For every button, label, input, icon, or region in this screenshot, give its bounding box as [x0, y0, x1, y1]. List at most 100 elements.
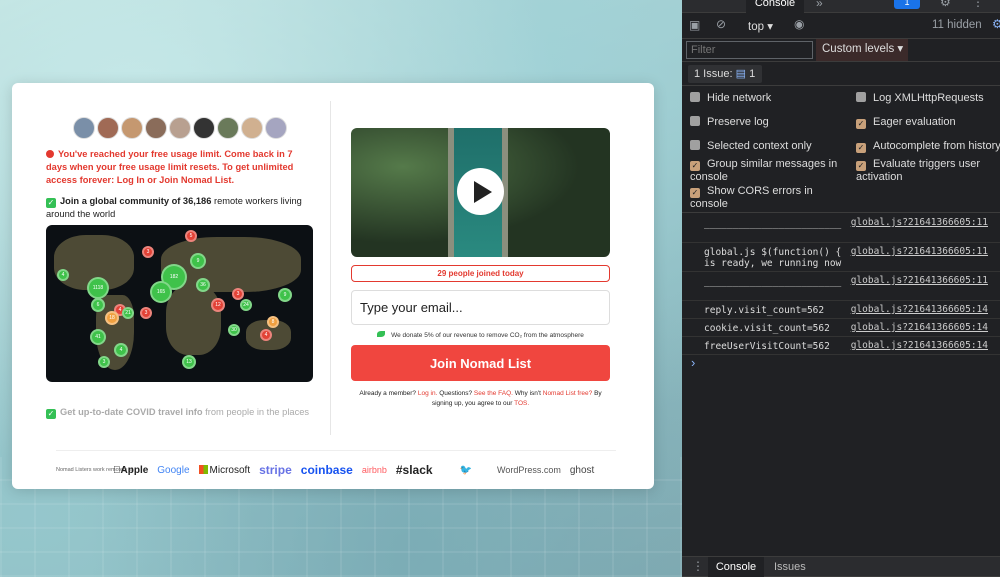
- map-cluster[interactable]: 9: [190, 253, 206, 269]
- avatar: [241, 117, 263, 139]
- console-toolbar: ▣ ⊘ top ▾ ◉ 11 hidden ⚙: [682, 13, 1000, 39]
- setting-option[interactable]: Log XMLHttpRequests: [856, 92, 1000, 105]
- issues-bar: 1 Issue: ▤ 1: [682, 62, 1000, 86]
- source-link[interactable]: global.js?21641366605:11: [851, 246, 988, 257]
- console-settings-icon[interactable]: ⚙: [992, 17, 1000, 31]
- kebab-menu-icon[interactable]: ⋮: [972, 0, 984, 9]
- map-cluster[interactable]: 13: [182, 355, 196, 369]
- source-link[interactable]: global.js?21641366605:14: [851, 304, 988, 315]
- map-cluster[interactable]: 5: [185, 230, 197, 242]
- avatar: [193, 117, 215, 139]
- checkbox-icon: ✓: [856, 119, 866, 129]
- map-cluster[interactable]: 24: [240, 299, 252, 311]
- setting-option[interactable]: Hide network: [690, 92, 840, 105]
- map-cluster[interactable]: 9: [278, 288, 292, 302]
- microsoft-logo: Microsoft: [198, 464, 250, 476]
- map-cluster[interactable]: 165: [150, 281, 172, 303]
- console-prompt[interactable]: ›: [691, 355, 695, 370]
- usage-limit-warning: You've reached your free usage limit. Co…: [46, 149, 294, 185]
- checkbox-icon: [690, 92, 700, 102]
- console-message: reply.visit_count=562 global.js?216413666…: [682, 301, 1000, 319]
- logos-caption: Nomad Listers work remotely at: [56, 466, 134, 473]
- map-cluster[interactable]: 21: [122, 307, 134, 319]
- filter-input[interactable]: [686, 41, 813, 59]
- source-link[interactable]: global.js?21641366605:11: [851, 217, 988, 228]
- setting-option[interactable]: Preserve log: [690, 116, 840, 129]
- alert-dot-icon: [46, 150, 54, 158]
- map-cluster[interactable]: 3: [232, 288, 244, 300]
- devtools-panel: Console » 1 ⚙ ⋮ ▣ ⊘ top ▾ ◉ 11 hidden ⚙ …: [682, 0, 1000, 577]
- map-cluster[interactable]: 6: [91, 298, 105, 312]
- promo-video[interactable]: [351, 128, 610, 257]
- setting-option[interactable]: Selected context only: [690, 140, 840, 153]
- sidebar-toggle-icon[interactable]: ▣: [689, 18, 700, 32]
- signup-modal: You've reached your free usage limit. Co…: [12, 83, 654, 489]
- source-link[interactable]: global.js?21641366605:14: [851, 340, 988, 351]
- coinbase-logo: coinbase: [293, 463, 353, 477]
- source-link[interactable]: global.js?21641366605:14: [851, 322, 988, 333]
- community-text: ✓ Join a global community of 36,186 remot…: [46, 196, 302, 219]
- map-cluster[interactable]: 1118: [87, 277, 109, 299]
- covid-info-text: ✓ Get up-to-date COVID travel info from p…: [46, 407, 310, 419]
- checkbox-icon: ✓: [690, 188, 700, 198]
- airbnb-logo: airbnb: [354, 465, 387, 475]
- join-button[interactable]: Join Nomad List: [351, 345, 610, 381]
- console-message: cookie.visit_count=562 global.js?21641366…: [682, 319, 1000, 337]
- setting-option[interactable]: ✓ Eager evaluation: [856, 116, 1000, 129]
- tab-console-top[interactable]: Console: [746, 0, 804, 13]
- email-input[interactable]: [351, 290, 610, 325]
- drawer-tabbar: ⋮ Console Issues: [682, 556, 1000, 577]
- map-cluster[interactable]: 36: [196, 278, 210, 292]
- member-avatars: [46, 117, 314, 139]
- context-selector[interactable]: top ▾: [748, 19, 773, 33]
- setting-option[interactable]: ✓ Evaluate triggers user activation: [856, 158, 1000, 184]
- more-tabs-icon[interactable]: »: [816, 0, 823, 10]
- tos-link[interactable]: TOS.: [514, 400, 529, 407]
- console-message: freeUserVisitCount=562 global.js?21641366…: [682, 337, 1000, 355]
- google-logo: Google: [149, 464, 189, 476]
- avatar: [121, 117, 143, 139]
- map-cluster[interactable]: 3: [98, 356, 110, 368]
- checkmark-icon: ✓: [46, 198, 56, 208]
- ghost-logo: ghost: [562, 464, 594, 476]
- custom-levels-dropdown[interactable]: Custom levels ▾: [816, 39, 908, 61]
- devtools-top-tabbar: Console » 1 ⚙ ⋮: [682, 0, 1000, 13]
- source-link[interactable]: global.js?21641366605:11: [851, 275, 988, 286]
- map-cluster[interactable]: 12: [211, 298, 225, 312]
- checkmark-icon: ✓: [46, 409, 56, 419]
- settings-gear-icon[interactable]: ⚙: [940, 0, 951, 9]
- checkbox-icon: [856, 92, 866, 102]
- why-not-free-link[interactable]: Nomad List free?: [543, 390, 593, 397]
- checkbox-icon: ✓: [690, 161, 700, 171]
- faq-link[interactable]: See the FAQ.: [474, 390, 513, 397]
- map-cluster[interactable]: 18: [105, 311, 119, 325]
- issues-counter-badge[interactable]: 1: [894, 0, 920, 9]
- map-cluster[interactable]: 3: [140, 307, 152, 319]
- map-cluster[interactable]: 3: [142, 246, 154, 258]
- issues-button[interactable]: 1 Issue: ▤ 1: [688, 65, 762, 83]
- tab-console[interactable]: Console: [708, 557, 764, 577]
- map-cluster[interactable]: 41: [90, 329, 106, 345]
- map-cluster[interactable]: 4: [114, 343, 128, 357]
- clear-console-icon[interactable]: ⊘: [716, 17, 726, 31]
- slack-logo: #slack: [388, 463, 433, 477]
- tab-issues[interactable]: Issues: [774, 557, 806, 577]
- play-icon[interactable]: [457, 168, 504, 215]
- console-settings-pane: Hide network Preserve log Selected context…: [682, 86, 1000, 213]
- map-cluster[interactable]: 4: [260, 329, 272, 341]
- members-world-map[interactable]: 4 3 5 9 182 36 1118 4 165 6 21 18 41 3 3 24 12 30 8 9 4 13 4 3: [46, 225, 313, 382]
- left-column: You've reached your free usage limit. Co…: [46, 117, 314, 419]
- map-cluster[interactable]: 8: [267, 316, 279, 328]
- right-column: 29 people joined today We donate 5% of o…: [351, 128, 610, 408]
- setting-option[interactable]: ✓ Show CORS errors in console: [690, 185, 840, 211]
- map-cluster[interactable]: 4: [57, 269, 69, 281]
- eye-icon[interactable]: ◉: [794, 17, 804, 31]
- hidden-count: 11 hidden: [932, 19, 982, 31]
- map-cluster[interactable]: 30: [228, 324, 240, 336]
- login-link[interactable]: Log in.: [418, 390, 438, 397]
- twitter-logo: 🐦: [452, 464, 472, 476]
- setting-option[interactable]: ✓ Autocomplete from history: [856, 140, 1000, 153]
- avatar: [145, 117, 167, 139]
- drawer-menu-icon[interactable]: ⋮: [692, 559, 704, 573]
- setting-option[interactable]: ✓ Group similar messages in console: [690, 158, 840, 184]
